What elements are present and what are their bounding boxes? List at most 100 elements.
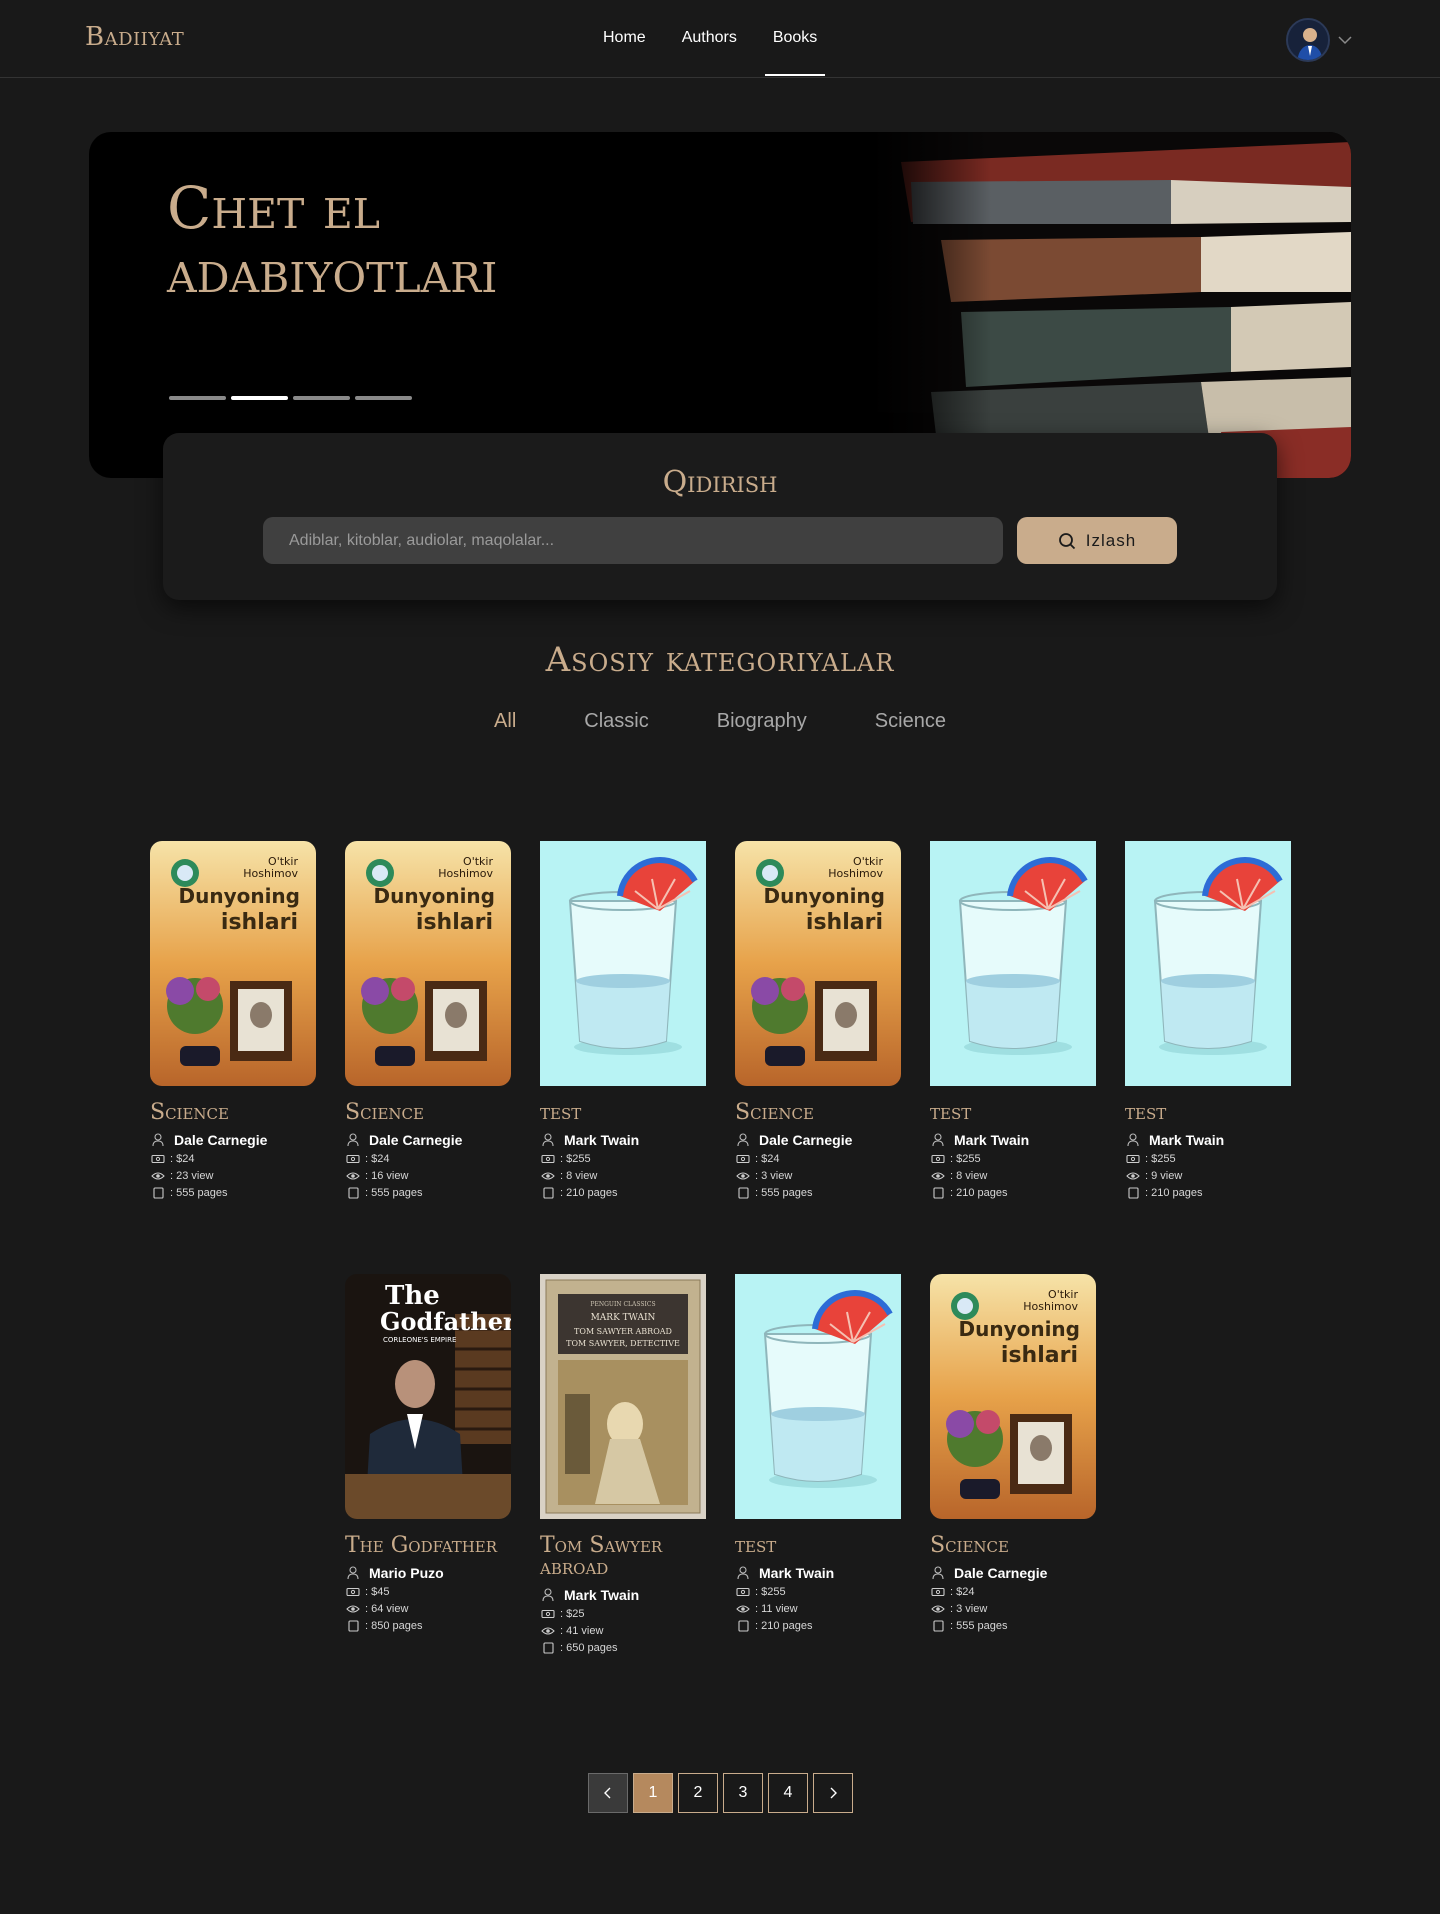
book-author[interactable]: Mario Puzo (345, 1565, 511, 1581)
book-card[interactable]: test Mark Twain : $255 : 11 view : 210 p… (735, 1274, 901, 1632)
book-pages: : 555 pages (930, 1620, 1096, 1632)
page-button-1[interactable]: 1 (633, 1773, 673, 1813)
search-input[interactable] (263, 517, 1003, 564)
page-button-2[interactable]: 2 (678, 1773, 718, 1813)
svg-text:Godfather: Godfather (380, 1307, 511, 1336)
book-cover-image[interactable]: O'tkir Hoshimov Dunyoning ishlari (150, 841, 316, 1086)
tab-biography[interactable]: Biography (683, 710, 841, 733)
book-views: : 8 view (930, 1170, 1096, 1182)
navbar: Badiiyat Home Authors Books (0, 0, 1440, 78)
book-cover-image[interactable]: PENGUIN CLASSICS MARK TWAIN TOM SAWYER A… (540, 1274, 706, 1519)
book-pages: : 210 pages (1125, 1187, 1291, 1199)
book-author[interactable]: Mark Twain (540, 1587, 706, 1603)
book-author[interactable]: Dale Carnegie (735, 1132, 901, 1148)
money-icon (151, 1154, 165, 1164)
book-title[interactable]: Science (735, 1102, 901, 1124)
book-cover-image[interactable] (930, 841, 1096, 1086)
chevron-down-icon[interactable] (1338, 35, 1352, 45)
logo[interactable]: Badiiyat (85, 22, 184, 52)
svg-text:ishlari: ishlari (221, 910, 298, 935)
book-price-value: : $255 (1145, 1153, 1176, 1165)
money-icon (541, 1154, 555, 1164)
page-button-4[interactable]: 4 (768, 1773, 808, 1813)
book-card[interactable]: test Mark Twain : $255 : 8 view : 210 pa… (540, 841, 706, 1199)
book-author[interactable]: Mark Twain (735, 1565, 901, 1581)
book-title[interactable]: test (735, 1535, 901, 1557)
money-icon (346, 1154, 360, 1164)
book-card[interactable]: O'tkir Hoshimov Dunyoning ishlari Scienc… (345, 841, 511, 1199)
hero-banner: Chet el adabiyotlari (89, 132, 1351, 478)
book-cover-image[interactable]: The Godfather CORLEONE'S EMPIRE (345, 1274, 511, 1519)
book-title[interactable]: The Godfather (345, 1535, 511, 1557)
slider-dot[interactable] (355, 396, 412, 400)
book-pages: : 650 pages (540, 1642, 706, 1654)
book-author[interactable]: Mark Twain (540, 1132, 706, 1148)
tab-classic[interactable]: Classic (550, 710, 682, 733)
user-icon (932, 1566, 944, 1580)
book-cover-image[interactable] (1125, 841, 1291, 1086)
book-pages-value: : 210 pages (755, 1620, 813, 1632)
book-author[interactable]: Dale Carnegie (345, 1132, 511, 1148)
book-author[interactable]: Dale Carnegie (150, 1132, 316, 1148)
book-author[interactable]: Mark Twain (1125, 1132, 1291, 1148)
prev-page-button[interactable] (588, 1773, 628, 1813)
page-button-3[interactable]: 3 (723, 1773, 763, 1813)
book-author[interactable]: Dale Carnegie (930, 1565, 1096, 1581)
book-views-value: : 3 view (755, 1170, 793, 1182)
book-cover-image[interactable]: O'tkir Hoshimov Dunyoning ishlari (735, 841, 901, 1086)
book-cover-image[interactable] (540, 841, 706, 1086)
book-views: : 8 view (540, 1170, 706, 1182)
book-title[interactable]: Science (150, 1102, 316, 1124)
nav-link-home[interactable]: Home (585, 0, 664, 78)
book-title[interactable]: Science (930, 1535, 1096, 1557)
nav-link-books[interactable]: Books (755, 0, 835, 78)
tab-all[interactable]: All (460, 710, 550, 733)
slider-dot-active[interactable] (231, 396, 288, 400)
svg-text:ishlari: ishlari (806, 910, 883, 935)
book-card[interactable]: O'tkir Hoshimov Dunyoning ishlari Scienc… (150, 841, 316, 1199)
slider-dot[interactable] (169, 396, 226, 400)
nav-links: Home Authors Books (585, 0, 835, 78)
book-cover-image[interactable] (735, 1274, 901, 1519)
book-price: : $24 (345, 1153, 511, 1165)
book-author[interactable]: Mark Twain (930, 1132, 1096, 1148)
book-card[interactable]: test Mark Twain : $255 : 9 view : 210 pa… (1125, 841, 1291, 1199)
book-title[interactable]: test (930, 1102, 1096, 1124)
books-stack-image (871, 132, 1351, 478)
book-card[interactable]: O'tkir Hoshimov Dunyoning ishlari Scienc… (735, 841, 901, 1199)
book-title[interactable]: test (1125, 1102, 1291, 1124)
book-cover-image[interactable]: O'tkir Hoshimov Dunyoning ishlari (930, 1274, 1096, 1519)
book-pages-value: : 850 pages (365, 1620, 423, 1632)
pagination: 1 2 3 4 (588, 1773, 853, 1813)
book-card[interactable]: The Godfather CORLEONE'S EMPIRE The Godf… (345, 1274, 511, 1632)
book-views: : 23 view (150, 1170, 316, 1182)
categories-title: Asosiy kategoriyalar (545, 640, 895, 680)
book-author-name: Dale Carnegie (174, 1132, 268, 1148)
book-views: : 3 view (930, 1603, 1096, 1615)
book-icon (738, 1620, 749, 1632)
nav-link-authors[interactable]: Authors (664, 0, 755, 78)
avatar[interactable] (1286, 18, 1330, 62)
book-title[interactable]: Science (345, 1102, 511, 1124)
book-card[interactable]: PENGUIN CLASSICS MARK TWAIN TOM SAWYER A… (540, 1274, 706, 1654)
svg-text:Hoshimov: Hoshimov (438, 867, 493, 880)
book-title[interactable]: test (540, 1102, 706, 1124)
hero-title-line1: Chet el (167, 174, 381, 242)
book-card[interactable]: O'tkir Hoshimov Dunyoning ishlari Scienc… (930, 1274, 1096, 1632)
book-price: : $255 (540, 1153, 706, 1165)
book-cover-image[interactable]: O'tkir Hoshimov Dunyoning ishlari (345, 841, 511, 1086)
eye-icon (346, 1172, 360, 1180)
book-card[interactable]: test Mark Twain : $255 : 8 view : 210 pa… (930, 841, 1096, 1199)
chevron-left-icon (604, 1787, 611, 1799)
book-title[interactable]: Tom Sawyer abroad (540, 1535, 670, 1579)
book-icon (153, 1187, 164, 1199)
tab-science[interactable]: Science (841, 710, 980, 733)
profile-menu[interactable] (1286, 18, 1352, 62)
slider-dot[interactable] (293, 396, 350, 400)
svg-text:CORLEONE'S EMPIRE: CORLEONE'S EMPIRE (383, 1336, 456, 1344)
user-icon (542, 1588, 554, 1602)
next-page-button[interactable] (813, 1773, 853, 1813)
search-button[interactable]: Izlash (1017, 517, 1177, 564)
search-card: Qidirish Izlash (163, 433, 1277, 600)
money-icon (1126, 1154, 1140, 1164)
